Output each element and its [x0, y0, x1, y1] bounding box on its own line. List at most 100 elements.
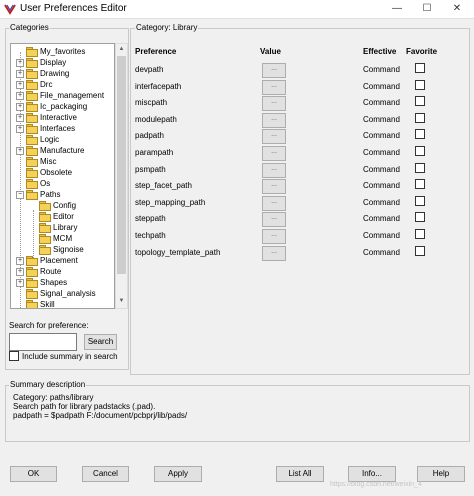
tree-item-file-management[interactable]: + File_management — [11, 90, 111, 101]
favorite-checkbox[interactable] — [415, 229, 425, 239]
value-browse-button[interactable]: ... — [262, 212, 286, 228]
preference-name: devpath — [135, 65, 164, 74]
tree-item-paths[interactable]: − Paths — [11, 189, 111, 200]
favorite-checkbox[interactable] — [415, 146, 425, 156]
tree-item-label: Misc — [40, 157, 57, 166]
scroll-down-arrow-icon[interactable]: ▼ — [116, 296, 127, 307]
preference-name: step_facet_path — [135, 181, 192, 191]
value-browse-button[interactable]: ... — [262, 229, 286, 244]
minimize-button[interactable]: — — [382, 1, 412, 16]
tree-scrollbar[interactable]: ▲ ▼ — [115, 43, 128, 309]
tree-item-misc[interactable]: Misc — [11, 156, 111, 167]
tree-item-editor[interactable]: Editor — [11, 211, 111, 222]
favorite-checkbox[interactable] — [415, 96, 425, 107]
value-browse-button[interactable]: ... — [262, 179, 286, 195]
expand-icon[interactable]: + — [16, 81, 24, 89]
tree-item-route[interactable]: + Route — [11, 266, 111, 277]
expand-icon[interactable]: + — [16, 279, 24, 287]
tree-item-drawing[interactable]: + Drawing — [11, 68, 111, 79]
tree-item-label: Drc — [40, 80, 53, 89]
scroll-thumb[interactable] — [117, 56, 126, 274]
value-browse-button[interactable]: ... — [262, 63, 286, 78]
category-tree[interactable]: My_favorites + Display + Drawing + Drc + File_ma… — [10, 43, 115, 309]
value-browse-button[interactable]: ... — [262, 112, 286, 128]
favorite-checkbox[interactable] — [415, 129, 425, 140]
tree-item-os[interactable]: Os — [11, 178, 111, 189]
expand-icon[interactable]: + — [16, 70, 24, 78]
effective-value: Command — [363, 131, 400, 141]
tree-item-display[interactable]: + Display — [11, 57, 111, 68]
help-button[interactable]: Help — [417, 466, 465, 482]
favorite-column-header: Favorite — [406, 47, 438, 56]
folder-icon — [39, 212, 51, 222]
list-all-button[interactable]: List All — [276, 466, 324, 482]
cancel-button[interactable]: Cancel — [82, 466, 129, 482]
tree-item-obsolete[interactable]: Obsolete — [11, 167, 111, 178]
favorite-checkbox[interactable] — [415, 63, 425, 73]
tree-item-skill[interactable]: Skill — [11, 299, 111, 308]
value-browse-button[interactable]: ... — [262, 96, 286, 112]
tree-item-config[interactable]: Config — [11, 200, 111, 211]
categories-label: Categories — [9, 23, 50, 32]
tree-item-interactive[interactable]: + Interactive — [11, 112, 111, 123]
favorite-checkbox[interactable] — [415, 212, 425, 223]
expand-icon[interactable]: + — [16, 268, 24, 276]
expand-icon[interactable]: + — [16, 257, 24, 265]
tree-item-logic[interactable]: Logic — [11, 134, 111, 145]
expand-icon[interactable]: + — [16, 59, 24, 67]
tree-item-drc[interactable]: + Drc — [11, 79, 111, 90]
search-input[interactable] — [9, 333, 77, 351]
folder-icon — [39, 223, 51, 233]
apply-button[interactable]: Apply — [154, 466, 202, 482]
favorite-checkbox[interactable] — [415, 195, 425, 206]
effective-value: Command — [363, 81, 400, 91]
tree-item-my-favorites[interactable]: My_favorites — [11, 46, 111, 57]
expand-icon[interactable]: + — [16, 125, 24, 133]
favorite-checkbox[interactable] — [415, 112, 425, 123]
tree-item-mcm[interactable]: MCM — [11, 233, 111, 244]
value-browse-button[interactable]: ... — [262, 162, 286, 178]
value-browse-button[interactable]: ... — [262, 79, 286, 95]
expand-icon[interactable]: + — [16, 114, 24, 122]
tree-item-shapes[interactable]: + Shapes — [11, 277, 111, 288]
watermark-text: https://blog.csdn.net/weixin_4 — [330, 481, 422, 488]
ok-button[interactable]: OK — [10, 466, 57, 482]
tree-item-ic-packaging[interactable]: + Ic_packaging — [11, 101, 111, 112]
value-browse-button[interactable]: ... — [262, 245, 286, 261]
search-button[interactable]: Search — [84, 334, 117, 350]
tree-item-interfaces[interactable]: + Interfaces — [11, 123, 111, 134]
tree-item-manufacture[interactable]: + Manufacture — [11, 145, 111, 156]
tree-item-label: Ic_packaging — [40, 102, 88, 111]
close-button[interactable]: ✕ — [442, 1, 472, 16]
favorite-checkbox[interactable] — [415, 245, 425, 256]
value-browse-button[interactable]: ... — [262, 129, 286, 145]
summary-line: Category: paths/library — [13, 393, 94, 402]
expand-icon[interactable]: + — [16, 147, 24, 155]
value-browse-button[interactable]: ... — [262, 195, 286, 211]
effective-value: Command — [363, 247, 400, 257]
preference-name: steppath — [135, 214, 166, 224]
scroll-up-arrow-icon[interactable]: ▲ — [116, 44, 127, 55]
include-summary-checkbox[interactable] — [9, 351, 19, 361]
expand-icon[interactable]: + — [16, 103, 24, 111]
maximize-button[interactable]: ☐ — [412, 1, 442, 16]
favorite-checkbox[interactable] — [415, 79, 425, 90]
folder-icon — [26, 91, 38, 101]
value-browse-button[interactable]: ... — [262, 146, 286, 161]
tree-item-label: Placement — [40, 256, 78, 265]
tree-item-label: Shapes — [40, 278, 68, 287]
tree-item-library[interactable]: Library — [11, 222, 111, 233]
favorite-checkbox[interactable] — [415, 179, 425, 190]
folder-icon — [26, 124, 38, 134]
tree-item-signal-analysis[interactable]: Signal_analysis — [11, 288, 111, 299]
folder-icon — [26, 102, 38, 112]
expand-icon[interactable]: + — [16, 92, 24, 100]
folder-icon — [26, 168, 38, 178]
tree-item-placement[interactable]: + Placement — [11, 255, 111, 266]
tree-item-signoise[interactable]: Signoise — [11, 244, 111, 255]
folder-icon — [39, 201, 51, 211]
collapse-icon[interactable]: − — [16, 191, 24, 199]
favorite-checkbox[interactable] — [415, 162, 425, 173]
tree-item-label: Manufacture — [40, 146, 85, 155]
info-button[interactable]: Info... — [348, 466, 396, 482]
